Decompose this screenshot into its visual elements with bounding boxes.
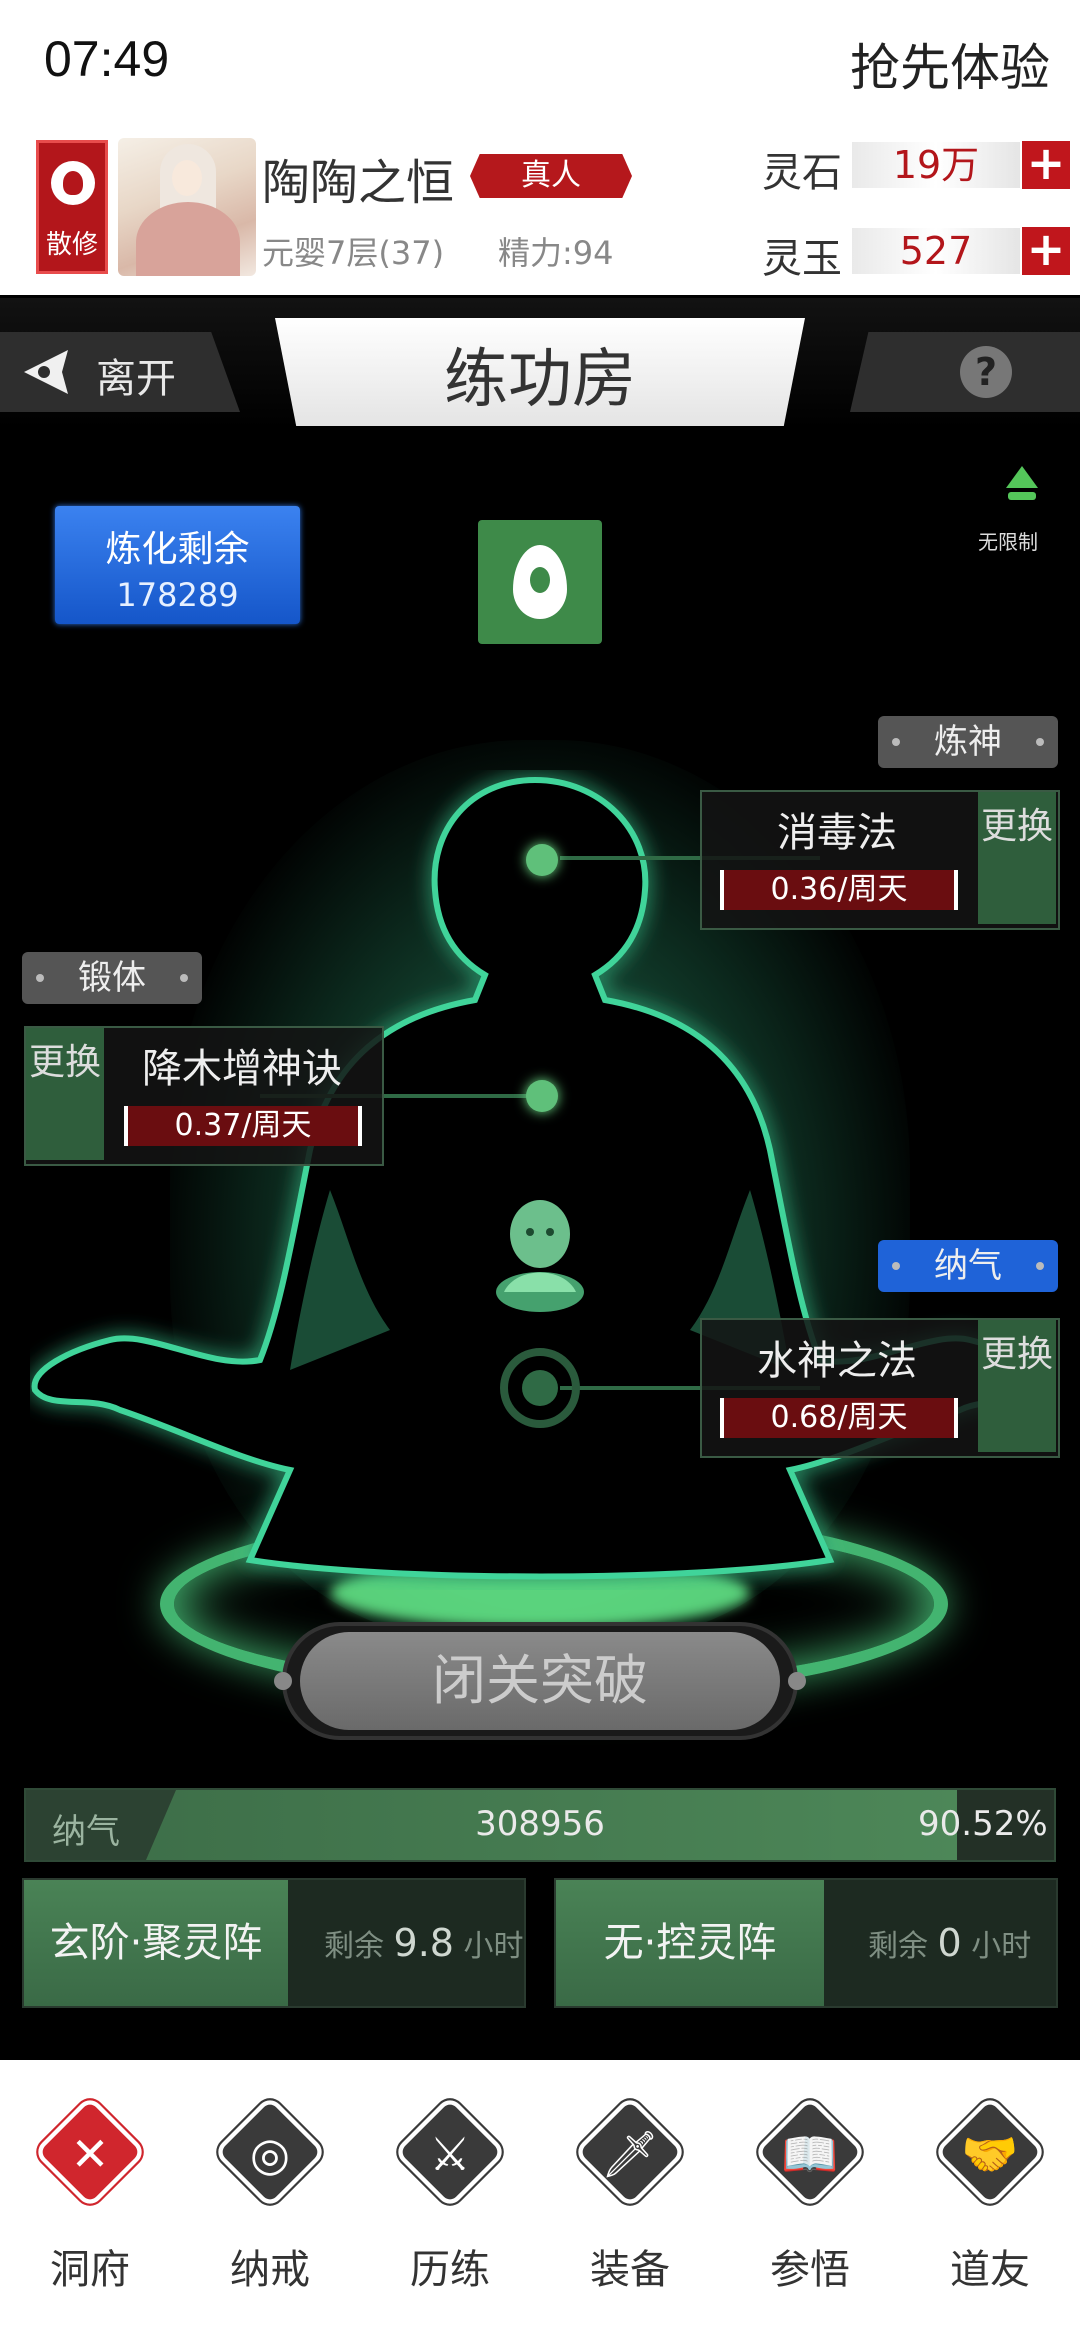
breakthrough-button[interactable]: 闭关突破 [300, 1632, 780, 1730]
dagger-icon: 🗡 [600, 2126, 660, 2181]
technique-rate: 0.37/周天 [124, 1106, 362, 1146]
tag-body-tempering: 锻体 [22, 952, 202, 1004]
technique-rate: 0.68/周天 [720, 1398, 958, 1438]
array-name: 无·控灵阵 [556, 1880, 824, 2006]
array-slot-gathering[interactable]: 玄阶·聚灵阵 剩余 9.8 小时 [22, 1878, 526, 2008]
cultivation-realm: 元婴7层(37) [262, 234, 445, 272]
sect-label: 散修 [45, 230, 98, 260]
status-time: 07:49 [44, 31, 170, 87]
ring-icon: ◎ [249, 2127, 291, 2181]
array-name: 玄阶·聚灵阵 [24, 1880, 288, 2006]
refine-remaining-label: 炼化剩余 [105, 529, 250, 570]
change-technique-button[interactable]: 更换 [26, 1028, 104, 1160]
technique-card-body: 更换 降木增神诀 0.37/周天 [24, 1026, 384, 1166]
add-spirit-jade-button[interactable]: + [1022, 226, 1070, 275]
nav-label: 参悟 [770, 2247, 850, 2293]
refine-remaining-panel: 炼化剩余 178289 [55, 506, 300, 624]
nav-label: 历练 [410, 2247, 490, 2293]
unlimited-label: 无限制 [978, 530, 1038, 554]
spirit-stone-value: 19万 [852, 142, 1020, 188]
nav-item-friends[interactable]: 🤝 道友 [900, 2072, 1080, 2332]
technique-rate: 0.36/周天 [720, 870, 958, 910]
spirit-jade-value: 527 [852, 228, 1020, 274]
meridian-node-head[interactable] [526, 844, 558, 876]
player-name: 陶陶之恒 [262, 155, 455, 211]
technique-name: 水神之法 [757, 1338, 917, 1384]
open-book-icon: 📖 [781, 2126, 839, 2181]
lotus-icon [51, 161, 95, 205]
nav-label: 洞府 [50, 2247, 130, 2293]
nav-item-equipment[interactable]: 🗡 装备 [540, 2072, 720, 2332]
nascent-soul-figure [496, 1200, 584, 1312]
nav-item-ring[interactable]: ◎ 纳戒 [180, 2072, 360, 2332]
leave-label[interactable]: 离开 [96, 346, 176, 404]
refine-remaining-value: 178289 [116, 576, 239, 614]
hourglass-icon[interactable] [1000, 462, 1044, 506]
technique-name: 消毒法 [777, 810, 897, 856]
tag-refine-spirit: 炼神 [878, 716, 1058, 768]
technique-card-qi: 水神之法 0.68/周天 更换 [700, 1318, 1060, 1458]
page-title: 练功房 [444, 343, 636, 417]
close-icon: ✕ [70, 2127, 110, 2181]
eye-icon [513, 545, 567, 619]
meridian-node-chest[interactable] [526, 1080, 558, 1112]
sect-badge[interactable]: 散修 [36, 140, 108, 274]
crossed-swords-icon: ⚔ [429, 2127, 471, 2181]
nav-item-insight[interactable]: 📖 参悟 [720, 2072, 900, 2332]
dantian-node[interactable] [500, 1348, 580, 1428]
array-remaining: 剩余 9.8 小时 [324, 1921, 524, 1965]
nav-label: 道友 [950, 2247, 1030, 2293]
nav-item-cave[interactable]: ✕ 洞府 [0, 2072, 180, 2332]
frame-knob [274, 1672, 292, 1690]
eye-button[interactable] [478, 520, 602, 644]
spirit-stone-label: 灵石 [762, 150, 842, 196]
technique-card-spirit: 消毒法 0.36/周天 更换 [700, 790, 1060, 930]
help-icon[interactable]: ? [960, 346, 1012, 398]
stamina-value: 精力:94 [498, 234, 614, 272]
technique-name: 降木增神诀 [142, 1046, 342, 1092]
nav-label: 纳戒 [230, 2247, 310, 2293]
handshake-icon: 🤝 [961, 2126, 1019, 2181]
array-slot-control[interactable]: 无·控灵阵 剩余 0 小时 [554, 1878, 1058, 2008]
add-spirit-stone-button[interactable]: + [1022, 140, 1070, 189]
frame-knob [788, 1672, 806, 1690]
back-arrow-icon [24, 350, 68, 394]
tag-qi-intake: 纳气 [878, 1240, 1058, 1292]
array-remaining: 剩余 0 小时 [868, 1921, 1032, 1965]
qi-percent: 90.52% [918, 1804, 1048, 1844]
early-access-link[interactable]: 抢先体验 [850, 28, 1050, 100]
nav-item-training[interactable]: ⚔ 历练 [360, 2072, 540, 2332]
avatar[interactable] [118, 138, 256, 276]
change-technique-button[interactable]: 更换 [978, 1320, 1056, 1452]
spirit-jade-label: 灵玉 [762, 236, 842, 282]
change-technique-button[interactable]: 更换 [978, 792, 1056, 924]
nav-label: 装备 [590, 2247, 670, 2293]
rank-badge: 真人 [470, 154, 632, 198]
